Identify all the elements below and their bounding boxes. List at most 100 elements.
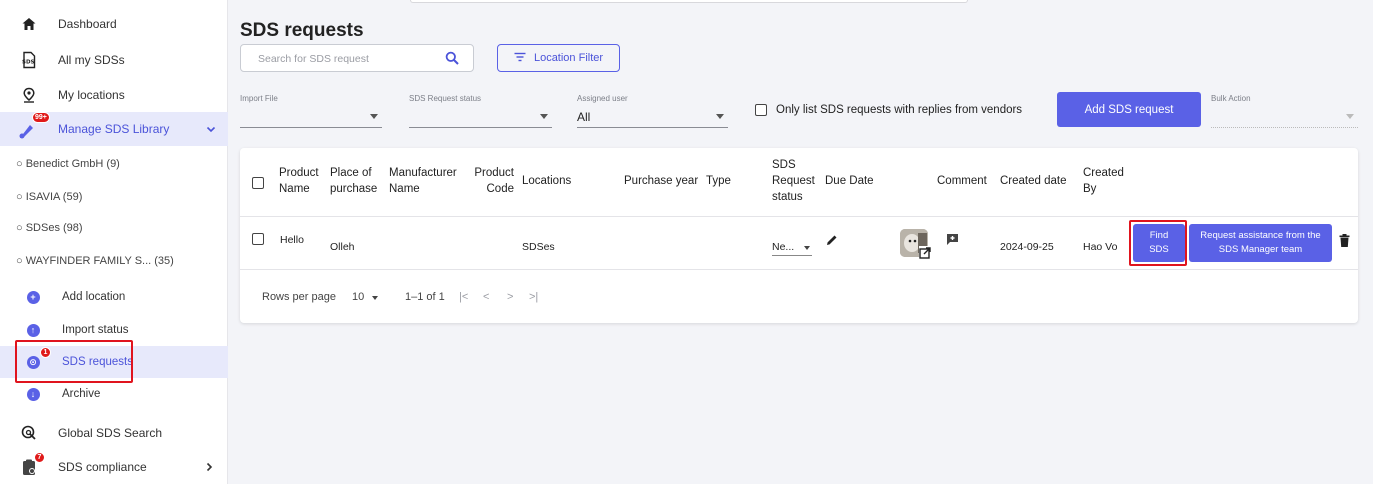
sidebar-item-all-my-sdss[interactable]: SDS All my SDSs	[0, 44, 228, 76]
pagination-range: 1–1 of 1	[405, 291, 445, 303]
request-assistance-button[interactable]: Request assistance from the SDS Manager …	[1189, 224, 1332, 262]
library-label: ○ SDSes (98)	[16, 222, 83, 234]
rows-per-page-select[interactable]: 10	[352, 289, 382, 305]
delete-icon[interactable]	[1339, 234, 1350, 252]
last-page-button[interactable]: >|	[529, 291, 538, 303]
sds-compliance-badge: 7	[34, 452, 45, 463]
header-text: Code	[486, 183, 515, 195]
import-file-label: Import File	[240, 94, 278, 103]
top-search-bar-edge	[410, 0, 968, 3]
dropdown-arrow-icon	[804, 246, 810, 250]
header-text: Product	[279, 167, 319, 179]
library-label: ○ Benedict GmbH (9)	[16, 158, 120, 170]
library-name: ISAVIA (59)	[25, 191, 83, 203]
header-text: status	[772, 191, 803, 203]
svg-text:SDS: SDS	[22, 60, 35, 66]
library-item[interactable]: ○ SDSes (98)	[0, 212, 228, 244]
status-value: Ne...	[772, 241, 795, 253]
header-created-by[interactable]: Created By	[1083, 165, 1124, 197]
dropdown-arrow-icon	[370, 114, 378, 119]
sidebar-item-label: Add location	[62, 291, 126, 303]
header-product-name[interactable]: Product Name	[279, 165, 319, 197]
request-status-select[interactable]	[409, 104, 552, 128]
header-divider	[240, 216, 1358, 217]
header-product-code[interactable]: Product Code	[469, 165, 514, 197]
vendor-replies-checkbox[interactable]	[755, 104, 767, 116]
library-label: ○ WAYFINDER FAMILY S... (35)	[16, 255, 174, 267]
search-icon[interactable]	[445, 51, 459, 70]
select-all-checkbox[interactable]	[252, 177, 264, 189]
add-circle-icon: +	[24, 288, 42, 306]
header-text: Created	[1083, 167, 1124, 179]
library-item[interactable]: ○ Benedict GmbH (9)	[0, 148, 228, 180]
home-icon	[20, 15, 38, 33]
edit-due-date-icon[interactable]	[826, 233, 838, 251]
sds-document-icon: SDS	[20, 51, 38, 69]
sidebar-item-sds-compliance[interactable]: 7 SDS compliance	[0, 451, 228, 483]
header-text: SDS	[772, 159, 796, 171]
sidebar-item-add-location[interactable]: + Add location	[0, 281, 228, 313]
assigned-user-select[interactable]: All	[577, 104, 728, 128]
library-item[interactable]: ○ ISAVIA (59)	[0, 181, 228, 213]
location-filter-label: Location Filter	[533, 52, 604, 64]
search-placeholder: Search for SDS request	[258, 53, 369, 65]
location-filter-button[interactable]: Location Filter	[497, 44, 620, 72]
header-purchase-year[interactable]: Purchase year	[624, 173, 698, 189]
library-name: WAYFINDER FAMILY S... (35)	[25, 255, 174, 267]
library-name: SDSes (98)	[25, 222, 83, 234]
row-checkbox[interactable]	[252, 233, 264, 245]
sidebar-item-label: My locations	[58, 88, 125, 102]
header-place-of-purchase[interactable]: Place of purchase	[330, 165, 377, 197]
cell-created-date: 2024-09-25	[1000, 241, 1054, 253]
next-page-button[interactable]: >	[507, 291, 513, 303]
chevron-down-icon	[202, 120, 220, 138]
sidebar-item-label: All my SDSs	[58, 53, 125, 67]
import-status-icon: ↑	[24, 321, 42, 339]
sidebar-item-my-locations[interactable]: My locations	[0, 79, 228, 111]
header-text: By	[1083, 183, 1097, 195]
globe-search-icon	[20, 424, 38, 442]
sidebar-item-dashboard[interactable]: Dashboard	[0, 8, 228, 40]
sidebar-item-label: Global SDS Search	[58, 426, 163, 440]
manage-library-badge: 99+	[32, 112, 50, 123]
cell-created-by: Hao Vo	[1083, 241, 1118, 253]
bulk-action-select[interactable]	[1211, 104, 1358, 128]
header-due-date[interactable]: Due Date	[825, 173, 874, 189]
sidebar-item-label: Archive	[62, 388, 101, 400]
cell-place-of-purchase: Olleh	[330, 241, 355, 253]
search-input[interactable]: Search for SDS request	[240, 44, 474, 72]
button-text: Request assistance from the	[1200, 230, 1321, 241]
header-created-date[interactable]: Created date	[1000, 173, 1067, 189]
cell-product-name: Hello	[280, 234, 304, 246]
header-type[interactable]: Type	[706, 173, 731, 189]
chevron-right-icon	[200, 458, 218, 476]
add-sds-request-button[interactable]: Add SDS request	[1057, 92, 1201, 127]
page-title: SDS requests	[240, 20, 364, 41]
cell-locations: SDSes	[522, 241, 555, 253]
status-select[interactable]: Ne...	[772, 238, 812, 256]
sidebar-item-manage-sds-library[interactable]: 99+ Manage SDS Library	[0, 112, 228, 146]
library-name: Benedict GmbH (9)	[25, 158, 120, 170]
header-locations[interactable]: Locations	[522, 173, 571, 189]
rows-per-page-label: Rows per page	[262, 291, 336, 303]
vendor-replies-label: Only list SDS requests with replies from…	[776, 104, 1023, 116]
open-external-icon[interactable]	[919, 246, 931, 259]
sidebar-item-label: Import status	[62, 324, 129, 336]
header-text: purchase	[330, 183, 378, 195]
import-file-select[interactable]	[240, 104, 382, 128]
header-comment[interactable]: Comment	[937, 173, 987, 189]
button-text: SDS Manager team	[1218, 244, 1303, 255]
header-manufacturer-name[interactable]: Manufacturer Name	[389, 165, 457, 197]
header-text: Name	[279, 183, 310, 195]
dropdown-arrow-icon	[540, 114, 548, 119]
header-sds-request-status[interactable]: SDS Request status	[772, 157, 815, 205]
first-page-button[interactable]: |<	[459, 291, 468, 303]
sidebar-item-global-sds-search[interactable]: Global SDS Search	[0, 417, 228, 449]
previous-page-button[interactable]: <	[483, 291, 489, 303]
highlight-find-sds	[1129, 220, 1187, 266]
sidebar: Dashboard SDS All my SDSs My locations 9…	[0, 0, 228, 484]
archive-icon: ↓	[24, 385, 42, 403]
sidebar-item-label: Dashboard	[58, 17, 117, 31]
add-comment-icon[interactable]	[946, 233, 959, 251]
library-item[interactable]: ○ WAYFINDER FAMILY S... (35)	[0, 245, 228, 277]
